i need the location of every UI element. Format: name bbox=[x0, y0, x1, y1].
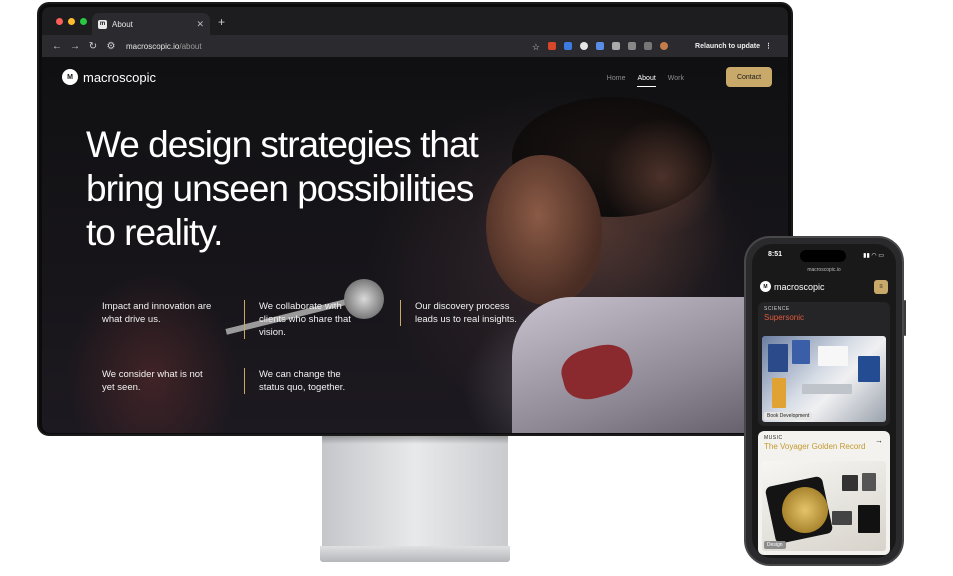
book-page-image bbox=[818, 346, 848, 366]
arrow-right-icon[interactable]: → bbox=[875, 436, 883, 445]
profile-avatar-icon[interactable] bbox=[660, 42, 668, 50]
relaunch-label: Relaunch to update bbox=[695, 42, 760, 50]
extension-blue-icon[interactable] bbox=[564, 42, 572, 50]
address-bar-row: ← → ↻ ⚙ macroscopic.io/about ☆ Relaunch … bbox=[42, 35, 788, 57]
feature-item: We consider what is not yet seen. bbox=[102, 369, 203, 393]
extension-white-icon[interactable] bbox=[580, 42, 588, 50]
site-nav: Home About Work bbox=[607, 75, 684, 87]
url-field[interactable]: macroscopic.io/about bbox=[126, 42, 202, 51]
thumbnail-image bbox=[862, 473, 876, 491]
sidebar-icon[interactable] bbox=[628, 42, 636, 50]
nav-about[interactable]: About bbox=[637, 75, 656, 87]
dynamic-island bbox=[800, 250, 846, 262]
phone-screen: 8:51 ▮▮ ◠ ▭ macroscopic.io M macroscopic… bbox=[752, 244, 896, 558]
nav-home[interactable]: Home bbox=[607, 75, 626, 87]
nav-work[interactable]: Work bbox=[668, 75, 684, 87]
thumbnail-image bbox=[842, 475, 858, 491]
more-menu-icon[interactable]: ⋮ bbox=[765, 42, 772, 50]
desktop-screen: m About ✕ + ← → ↻ ⚙ macroscopic.io/about… bbox=[42, 7, 788, 433]
book-cover-image bbox=[858, 356, 880, 382]
web-page: M macroscopic Home About Work Contact We… bbox=[42, 57, 788, 433]
card-title: The Voyager Golden Record bbox=[764, 442, 866, 451]
close-window-button[interactable] bbox=[56, 17, 63, 25]
monitor-stand-shadow bbox=[322, 436, 508, 444]
card-badge: Design bbox=[764, 541, 786, 549]
site-settings-icon[interactable]: ⚙ bbox=[102, 41, 120, 52]
golden-record-image bbox=[782, 487, 828, 533]
mobile-phone: 8:51 ▮▮ ◠ ▭ macroscopic.io M macroscopic… bbox=[744, 236, 904, 566]
thumbnail-image bbox=[858, 505, 880, 533]
thumbnail-image bbox=[832, 511, 852, 525]
contact-button[interactable]: Contact bbox=[726, 67, 772, 87]
close-tab-icon[interactable]: ✕ bbox=[196, 19, 204, 30]
download-icon[interactable] bbox=[644, 42, 652, 50]
logo-text: macroscopic bbox=[83, 69, 156, 85]
card-badge: Book Development bbox=[764, 412, 813, 420]
card-image-voyager bbox=[762, 461, 886, 551]
status-icons: ▮▮ ◠ ▭ bbox=[863, 253, 884, 259]
card-category: MUSIC bbox=[764, 435, 783, 441]
site-header: M macroscopic Home About Work Contact bbox=[42, 57, 788, 101]
phone-side-button bbox=[904, 300, 906, 336]
hero-photo-hand bbox=[602, 117, 722, 237]
card-category: SCIENCE bbox=[764, 306, 790, 312]
reload-icon[interactable]: ↻ bbox=[84, 41, 102, 52]
hero-line: to reality. bbox=[86, 212, 223, 253]
extension-icons: ☆ bbox=[532, 35, 668, 57]
jet-image bbox=[802, 384, 852, 394]
tab-favicon-icon: m bbox=[98, 19, 107, 29]
phone-time: 8:51 bbox=[768, 251, 783, 258]
project-card-supersonic[interactable]: SCIENCE Supersonic Book Development bbox=[758, 302, 890, 426]
phone-url[interactable]: macroscopic.io bbox=[752, 267, 896, 273]
extension-puzzle-icon[interactable] bbox=[612, 42, 620, 50]
book-cover-image bbox=[768, 344, 788, 372]
feature-item: We collaborate with clients who share th… bbox=[244, 300, 364, 339]
phone-logo-text: macroscopic bbox=[774, 281, 825, 292]
new-tab-button[interactable]: + bbox=[218, 15, 225, 29]
minimize-window-button[interactable] bbox=[68, 17, 75, 25]
card-image-supersonic bbox=[762, 336, 886, 422]
phone-site-logo[interactable]: M macroscopic bbox=[760, 281, 825, 292]
desktop-monitor: m About ✕ + ← → ↻ ⚙ macroscopic.io/about… bbox=[37, 2, 793, 436]
url-path: /about bbox=[179, 41, 202, 51]
menu-icon[interactable]: ≡ bbox=[874, 280, 888, 294]
hero-line: We design strategies that bbox=[86, 124, 479, 165]
book-spine-image bbox=[772, 378, 786, 408]
monitor-stand bbox=[322, 436, 508, 548]
browser-tab-bar: m About ✕ + bbox=[42, 7, 788, 35]
url-host: macroscopic.io bbox=[126, 41, 180, 51]
maximize-window-button[interactable] bbox=[80, 17, 87, 25]
logo-mark-icon: M bbox=[760, 281, 771, 292]
browser-tab-about[interactable]: m About ✕ bbox=[92, 13, 210, 35]
logo-mark-icon: M bbox=[62, 69, 78, 85]
book-cover-image bbox=[792, 340, 810, 364]
back-arrow-icon[interactable]: ← bbox=[48, 41, 66, 52]
hero-line: bring unseen possibilities bbox=[86, 168, 474, 209]
card-title: Supersonic bbox=[764, 313, 805, 322]
hero-heading: We design strategies that bring unseen p… bbox=[86, 123, 556, 255]
forward-arrow-icon[interactable]: → bbox=[66, 41, 84, 52]
tab-title: About bbox=[112, 19, 133, 29]
extension-translate-icon[interactable] bbox=[596, 42, 604, 50]
feature-item: Impact and innovation are what drive us. bbox=[102, 301, 212, 325]
project-card-voyager[interactable]: MUSIC The Voyager Golden Record → Design bbox=[758, 431, 890, 555]
feature-item: Our discovery process leads us to real i… bbox=[400, 300, 520, 326]
monitor-stand-base bbox=[320, 546, 510, 562]
relaunch-button[interactable]: Relaunch to update ⋮ bbox=[695, 35, 772, 57]
site-logo[interactable]: M macroscopic bbox=[62, 69, 156, 85]
feature-item: We can change the status quo, together. bbox=[244, 368, 364, 394]
extension-red-icon[interactable] bbox=[548, 42, 556, 50]
bookmark-star-icon[interactable]: ☆ bbox=[532, 42, 540, 52]
